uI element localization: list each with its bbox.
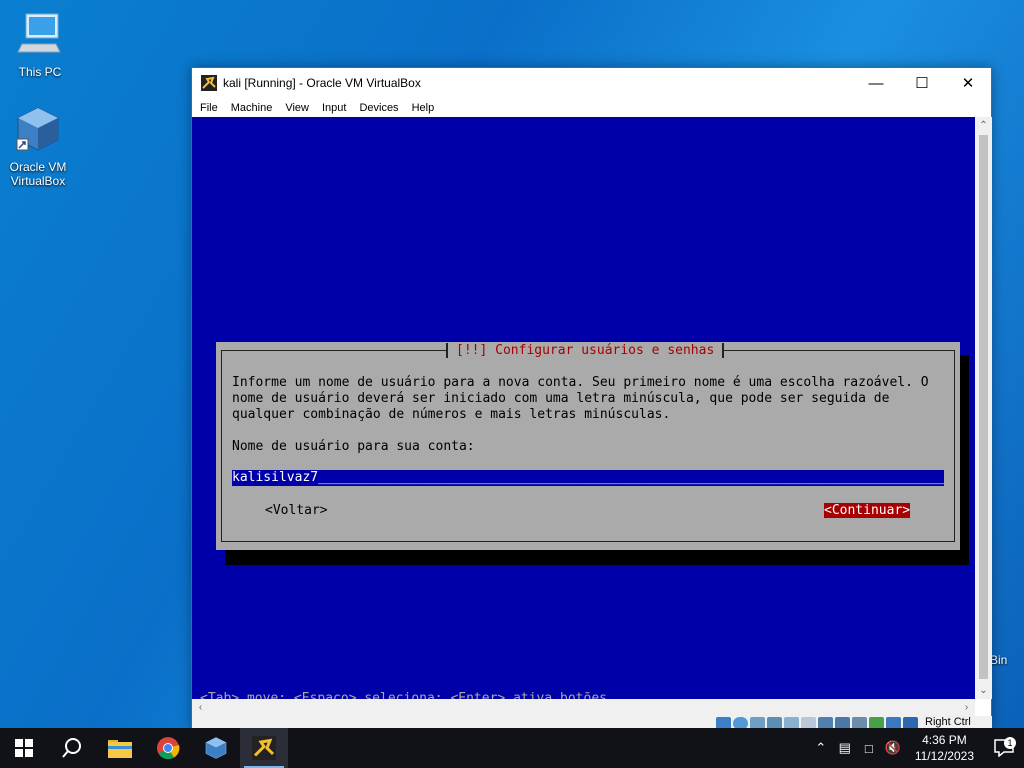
help-line: <Tab> move; <Espaço> seleciona; <Enter> …	[200, 691, 607, 699]
scroll-left-icon[interactable]: ‹	[192, 699, 209, 716]
this-pc-label: This PC	[18, 65, 62, 79]
back-button[interactable]: <Voltar>	[265, 503, 328, 518]
dialog-description: Informe um nome de usuário para a nova c…	[232, 375, 929, 422]
windows-logo-icon	[15, 739, 33, 757]
kali-vm-icon	[201, 75, 217, 91]
menu-machine[interactable]: Machine	[226, 102, 281, 114]
horizontal-scrollbar[interactable]: ‹ ›	[192, 699, 975, 716]
clock-time: 4:36 PM	[922, 733, 967, 747]
title-bar[interactable]: kali [Running] - Oracle VM VirtualBox — …	[192, 68, 991, 98]
maximize-icon: ☐	[915, 75, 929, 92]
taskbar-kali-vm[interactable]	[240, 728, 288, 768]
virtualbox-icon	[16, 107, 59, 151]
username-label: Nome de usuário para sua conta:	[232, 439, 475, 454]
dialog-title: [!!] Configurar usuários e senhas	[446, 343, 725, 358]
username-fill: ________________________________________…	[318, 470, 944, 485]
vertical-scrollbar[interactable]: ⌃ ⌄	[975, 117, 992, 699]
notification-count: 1	[1004, 737, 1016, 749]
scroll-up-icon[interactable]: ⌃	[975, 117, 992, 134]
start-button[interactable]	[0, 728, 48, 768]
username-value: kalisilvaz7	[232, 470, 319, 485]
menu-file[interactable]: File	[195, 102, 226, 114]
continue-button[interactable]: <Continuar>	[824, 503, 911, 518]
security-icon[interactable]: ▤	[833, 728, 857, 768]
clock[interactable]: 4:36 PM 11/12/2023	[905, 732, 984, 764]
minimize-icon: —	[868, 74, 884, 92]
scroll-down-icon[interactable]: ⌄	[975, 682, 992, 699]
scroll-right-icon[interactable]: ›	[958, 699, 975, 716]
kali-vm-icon	[252, 736, 276, 760]
virtualbox-label: Oracle VM VirtualBox	[9, 160, 67, 188]
clock-date: 11/12/2023	[914, 749, 974, 763]
menu-devices[interactable]: Devices	[354, 102, 406, 114]
menu-input[interactable]: Input	[317, 102, 354, 114]
close-button[interactable]: ✕	[945, 68, 991, 98]
desktop-icon-virtualbox[interactable]: Oracle VM VirtualBox	[0, 105, 76, 188]
menu-bar: File Machine View Input Devices Help	[192, 98, 991, 117]
computer-icon	[17, 13, 61, 53]
show-hidden-icons-icon[interactable]: ⌃	[809, 728, 833, 768]
taskbar-chrome[interactable]	[144, 728, 192, 768]
maximize-button[interactable]: ☐	[899, 68, 945, 98]
search-button[interactable]	[48, 728, 96, 768]
vm-display[interactable]: [!!] Configurar usuários e senhas Inform…	[192, 117, 975, 699]
system-tray: ⌃ ▤ □ 🔇 4:36 PM 11/12/2023 1	[809, 728, 1024, 768]
taskbar-file-explorer[interactable]	[96, 728, 144, 768]
minimize-button[interactable]: —	[853, 68, 899, 98]
close-icon: ✕	[961, 75, 975, 92]
installer-dialog: [!!] Configurar usuários e senhas Inform…	[216, 342, 960, 550]
search-icon	[62, 738, 81, 758]
virtualbox-icon	[205, 737, 227, 759]
recycle-bin-label[interactable]: Bin	[990, 653, 1007, 667]
notification-button[interactable]: 1	[984, 737, 1024, 757]
menu-help[interactable]: Help	[407, 102, 443, 114]
vertical-scroll-thumb[interactable]	[979, 135, 988, 679]
taskbar-virtualbox[interactable]	[192, 728, 240, 768]
menu-view[interactable]: View	[280, 102, 317, 114]
taskbar: ⌃ ▤ □ 🔇 4:36 PM 11/12/2023 1	[0, 728, 1024, 768]
chrome-icon	[157, 737, 180, 760]
network-tray-icon[interactable]: □	[857, 728, 881, 768]
host-key-label: Right Ctrl	[925, 716, 971, 728]
username-input[interactable]: kalisilvaz7_____________________________…	[232, 470, 944, 486]
desktop-icon-this-pc[interactable]: This PC	[2, 10, 78, 79]
folder-icon	[108, 740, 132, 758]
window-title: kali [Running] - Oracle VM VirtualBox	[223, 76, 421, 90]
virtualbox-window: kali [Running] - Oracle VM VirtualBox — …	[191, 67, 992, 730]
volume-muted-icon[interactable]: 🔇	[881, 728, 905, 768]
